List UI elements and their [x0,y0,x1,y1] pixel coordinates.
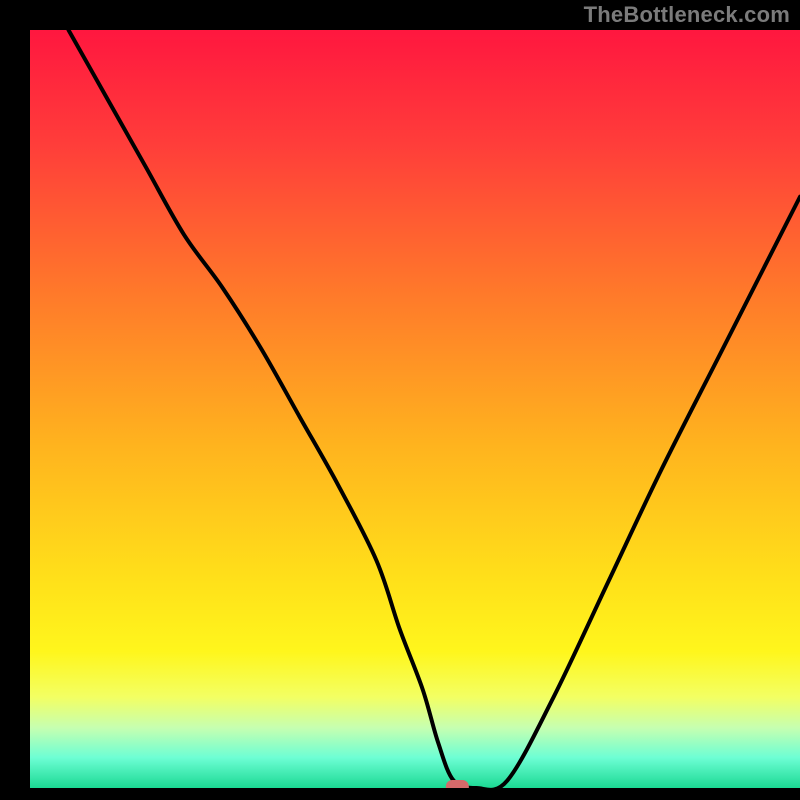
gradient-background [30,30,800,788]
minimum-marker [446,781,468,794]
bottleneck-plot [0,0,800,800]
watermark-text: TheBottleneck.com [584,2,790,28]
chart-stage: TheBottleneck.com [0,0,800,800]
